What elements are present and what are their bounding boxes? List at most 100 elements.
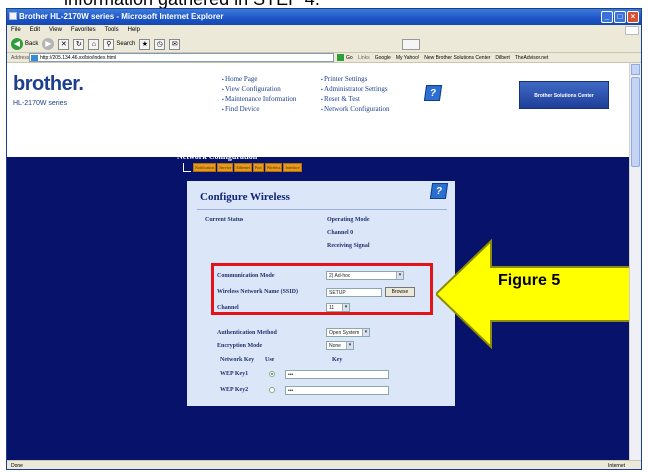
window-controls: _ □ × — [601, 11, 639, 23]
links-title: Links — [358, 54, 370, 61]
toolbar-extra-button[interactable] — [402, 39, 420, 50]
nav-printer-settings[interactable]: Printer Settings — [321, 75, 390, 85]
brother-logo: brother. — [13, 73, 84, 95]
wep-key2-label: WEP Key2 — [220, 387, 249, 393]
search-button[interactable]: ⚲ Search — [103, 38, 136, 50]
network-config-title: Network Configuration — [177, 152, 258, 161]
encryption-mode-select[interactable]: None ▾ — [326, 341, 354, 350]
figure-label: Figure 5 — [498, 272, 561, 289]
windows-logo-icon — [625, 26, 639, 35]
tab-interface[interactable]: Interface — [283, 163, 302, 172]
key-header: Key — [332, 357, 343, 363]
header-help-icon[interactable]: ? — [423, 85, 443, 101]
address-input[interactable]: http://205.134.46.xx/bio/index.html — [29, 53, 334, 62]
menu-favorites[interactable]: Favorites — [71, 25, 96, 36]
panel-help-icon[interactable]: ? — [429, 183, 449, 199]
current-status-label: Current Status — [205, 217, 244, 223]
page-header: brother. HL-2170W series Home Page View … — [7, 63, 629, 157]
chevron-down-icon: ▾ — [362, 329, 369, 336]
menu-file[interactable]: File — [11, 25, 21, 36]
caption: information gathered in STEP 4. — [0, 0, 648, 8]
status-text: Done — [11, 463, 23, 469]
minimize-button[interactable]: _ — [601, 11, 613, 23]
wep-key1-label: WEP Key1 — [220, 371, 249, 377]
scroll-thumb[interactable] — [631, 77, 640, 167]
address-value: http://205.134.46.xx/bio/index.html — [40, 55, 117, 61]
nav-reset-test[interactable]: Reset & Test — [321, 95, 390, 105]
wep-key2-input[interactable]: ••• — [285, 386, 389, 395]
link-brother-solutions[interactable]: New Brother Solutions Center — [424, 55, 490, 61]
back-button[interactable]: ◀ Back — [11, 38, 38, 50]
tab-ethernet[interactable]: Ethernet — [234, 163, 252, 172]
nav-find-device[interactable]: Find Device — [222, 105, 296, 115]
menu-view[interactable]: View — [49, 25, 62, 36]
subnav-corner — [183, 163, 191, 172]
link-google[interactable]: Google — [375, 55, 391, 61]
tab-service[interactable]: Service — [217, 163, 234, 172]
nav-right: Printer Settings Administrator Settings … — [321, 75, 390, 115]
wep-key1-radio[interactable] — [269, 371, 275, 377]
links-bar: Links Google My Yahoo! New Brother Solut… — [354, 55, 548, 61]
title-bar: Brother HL-2170W series - Microsoft Inte… — [7, 9, 641, 25]
refresh-icon[interactable]: ↻ — [73, 38, 85, 50]
nav-left: Home Page View Configuration Maintenance… — [222, 75, 296, 115]
go-label: Go — [346, 54, 353, 61]
highlight-box — [211, 263, 433, 315]
forward-button[interactable]: ▶ — [42, 38, 55, 50]
model-name: HL-2170W series — [13, 100, 68, 107]
link-theadvisor[interactable]: TheAdvisor.net — [515, 55, 548, 61]
use-header: Use — [265, 357, 275, 363]
chevron-down-icon: ▾ — [346, 342, 353, 349]
receiving-signal-label: Receiving Signal — [327, 243, 370, 249]
stop-icon[interactable]: ✕ — [58, 38, 70, 50]
window-title: Brother HL-2170W series - Microsoft Inte… — [19, 12, 224, 21]
nav-view-configuration[interactable]: View Configuration — [222, 85, 296, 95]
vertical-scrollbar[interactable] — [629, 63, 641, 460]
home-icon[interactable]: ⌂ — [88, 38, 100, 50]
encryption-mode-value: None — [329, 343, 341, 349]
auth-method-select[interactable]: Open System ▾ — [326, 328, 370, 337]
solutions-center-banner[interactable]: Brother Solutions Center — [519, 81, 609, 109]
subnav-tabs: Notification Service Ethernet Port Wirel… — [193, 163, 302, 172]
figure-callout-arrow — [436, 239, 629, 349]
menu-edit[interactable]: Edit — [30, 25, 40, 36]
ie-window: Brother HL-2170W series - Microsoft Inte… — [6, 8, 642, 470]
nav-network-configuration[interactable]: Network Configuration — [321, 105, 390, 115]
nav-home-page[interactable]: Home Page — [222, 75, 296, 85]
maximize-button[interactable]: □ — [614, 11, 626, 23]
toolbar: ◀ Back ▶ ✕ ↻ ⌂ ⚲ Search ★ ◷ ✉ — [7, 36, 641, 53]
auth-method-label: Authentication Method — [217, 330, 277, 336]
go-button[interactable]: Go — [334, 54, 354, 61]
nav-administrator-settings[interactable]: Administrator Settings — [321, 85, 390, 95]
address-bar: Address http://205.134.46.xx/bio/index.h… — [7, 53, 641, 63]
scroll-up-icon[interactable] — [631, 64, 640, 75]
panel-divider — [197, 209, 447, 210]
ie-app-icon — [9, 12, 17, 20]
go-arrow-icon — [337, 54, 344, 61]
tab-notification[interactable]: Notification — [193, 163, 217, 172]
mail-icon[interactable]: ✉ — [169, 38, 181, 50]
search-label: Search — [116, 41, 136, 47]
auth-method-value: Open System — [329, 330, 360, 336]
link-dilbert[interactable]: Dilbert — [495, 55, 509, 61]
wep-key1-input[interactable]: ••• — [285, 370, 389, 379]
tab-port[interactable]: Port — [252, 163, 264, 172]
back-label: Back — [25, 41, 39, 47]
panel-title: Configure Wireless — [200, 191, 290, 203]
menu-help[interactable]: Help — [128, 25, 140, 36]
page-content: brother. HL-2170W series Home Page View … — [7, 63, 629, 460]
nav-maintenance-information[interactable]: Maintenance Information — [222, 95, 296, 105]
security-zone: Internet — [608, 463, 625, 469]
network-subnav: Notification Service Ethernet Port Wirel… — [183, 163, 302, 172]
search-icon: ⚲ — [103, 38, 115, 50]
operating-mode-label: Operating Mode — [327, 217, 370, 223]
channel-status-label: Channel 0 — [327, 230, 354, 236]
close-button[interactable]: × — [627, 11, 639, 23]
menu-tools[interactable]: Tools — [105, 25, 119, 36]
network-key-header: Network Key — [220, 357, 255, 363]
link-my-yahoo[interactable]: My Yahoo! — [396, 55, 419, 61]
favorites-icon[interactable]: ★ — [139, 38, 151, 50]
tab-wireless[interactable]: Wireless — [264, 163, 283, 172]
wep-key2-radio[interactable] — [269, 387, 275, 393]
history-icon[interactable]: ◷ — [154, 38, 166, 50]
